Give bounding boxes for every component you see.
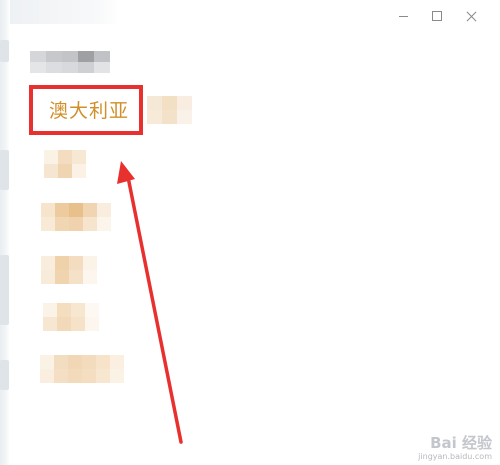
watermark-url: jingyan.baidu.com — [418, 452, 492, 461]
app-window: 澳大利亚 Bai 经验 jingyan.baidu.com — [0, 0, 500, 465]
annotation-arrow — [117, 161, 183, 444]
arrow-shaft — [125, 170, 183, 444]
baidu-jingyan-watermark: Bai 经验 jingyan.baidu.com — [418, 435, 492, 461]
arrow-head — [117, 161, 135, 184]
watermark-brand: Bai 经验 — [430, 434, 492, 452]
